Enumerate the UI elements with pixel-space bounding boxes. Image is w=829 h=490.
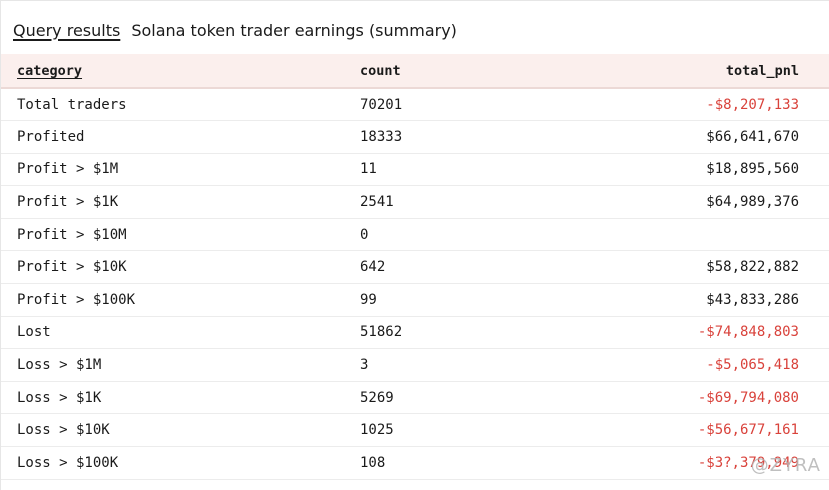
cell-count: 3 <box>360 357 369 374</box>
cell-category: Loss > $100K <box>17 454 119 471</box>
query-results-link[interactable]: Query results <box>13 21 120 40</box>
cell-count: 5269 <box>360 389 394 406</box>
cell-category: Loss > $10K <box>17 422 110 439</box>
results-header: Query results Solana token trader earnin… <box>13 17 457 43</box>
table-row: Total traders 70201 -$8,207,133 <box>1 88 829 121</box>
table-row: Profit > $1K 2541 $64,989,376 <box>1 186 829 219</box>
cell-total-pnl: -$5,065,418 <box>706 357 799 374</box>
cell-count: 642 <box>360 259 386 276</box>
table-row: Loss > $100K 108 -$3?,379,949 <box>1 447 829 480</box>
cell-category: Profit > $10M <box>17 226 127 243</box>
table-row: Profit > $10K 642 $58,822,882 <box>1 251 829 284</box>
cell-total-pnl: $58,822,882 <box>706 259 799 276</box>
table-row: Loss > $10K 1025 -$56,677,161 <box>1 414 829 447</box>
column-header-category[interactable]: category <box>1 54 360 89</box>
cell-category: Loss > $1M <box>17 357 102 374</box>
cell-total-pnl: $64,989,376 <box>706 194 799 211</box>
cell-total-pnl: -$69,794,080 <box>697 389 799 406</box>
cell-category: Profit > $1M <box>17 161 119 178</box>
table-row: Loss > $1K 5269 -$69,794,080 <box>1 381 829 414</box>
table-header-row: category count total_pnl <box>1 54 829 89</box>
table-row: Profit > $10M 0 <box>1 218 829 251</box>
cell-category: Profit > $100K <box>17 291 136 308</box>
cell-category: Total traders <box>17 96 127 113</box>
cell-total-pnl: -$74,848,803 <box>697 324 799 341</box>
cell-count: 108 <box>360 454 386 471</box>
cell-category: Loss > $1K <box>17 389 102 406</box>
cell-count: 99 <box>360 291 377 308</box>
cell-count: 2541 <box>360 194 394 211</box>
cell-total-pnl <box>680 218 829 251</box>
table-row: Profit > $100K 99 $43,833,286 <box>1 284 829 317</box>
cell-count: 1025 <box>360 422 394 439</box>
cell-count: 11 <box>360 161 377 178</box>
cell-count: 18333 <box>360 128 403 145</box>
column-header-total-pnl[interactable]: total_pnl <box>680 54 829 89</box>
table-row: Profited 18333 $66,641,670 <box>1 121 829 154</box>
query-title: Solana token trader earnings (summary) <box>131 20 457 40</box>
table-body: Total traders 70201 -$8,207,133 Profited 183… <box>1 88 829 480</box>
watermark: @ZYRA <box>750 455 821 476</box>
table-row: Profit > $1M 11 $18,895,560 <box>1 153 829 186</box>
cell-total-pnl: $18,895,560 <box>706 161 799 178</box>
table-row: Loss > $1M 3 -$5,065,418 <box>1 349 829 382</box>
cell-category: Lost <box>17 324 51 341</box>
table-row: Lost 51862 -$74,848,803 <box>1 316 829 349</box>
cell-total-pnl: $66,641,670 <box>706 128 799 145</box>
cell-count: 70201 <box>360 96 403 113</box>
cell-category: Profit > $1K <box>17 194 119 211</box>
column-header-count[interactable]: count <box>360 54 680 89</box>
results-panel: Query results Solana token trader earnin… <box>0 0 829 490</box>
cell-total-pnl: $43,833,286 <box>706 291 799 308</box>
cell-category: Profited <box>17 128 85 145</box>
cell-category: Profit > $10K <box>17 259 127 276</box>
cell-count: 0 <box>360 226 369 243</box>
cell-total-pnl: -$56,677,161 <box>697 422 799 439</box>
results-table: category count total_pnl Total traders 70… <box>1 54 829 480</box>
cell-total-pnl: -$8,207,133 <box>706 96 799 113</box>
cell-count: 51862 <box>360 324 403 341</box>
